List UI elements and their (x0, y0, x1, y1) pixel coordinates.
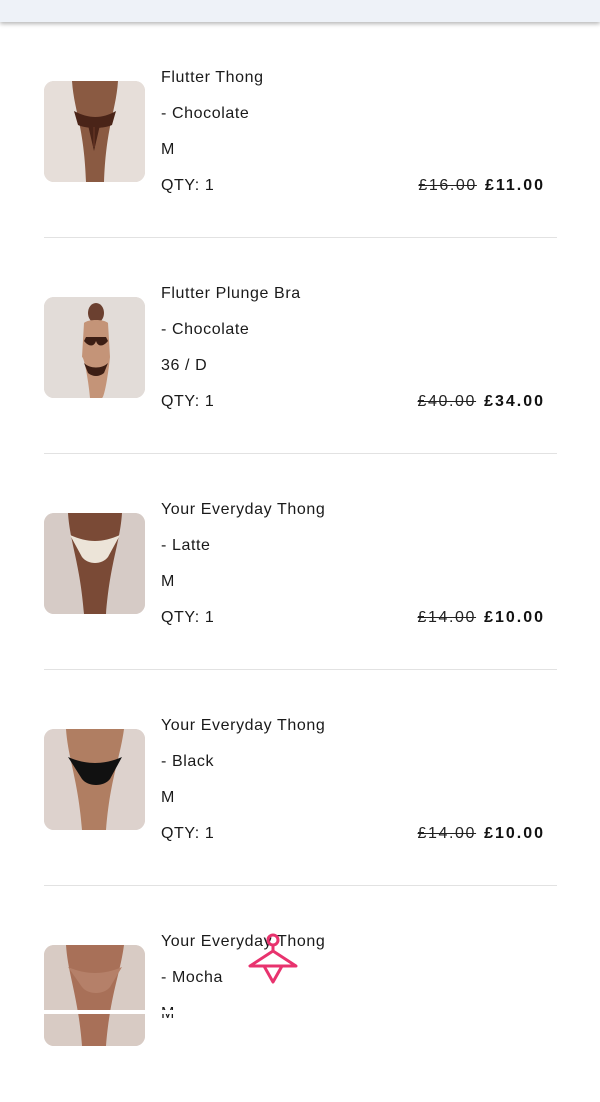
hanger-icon[interactable] (244, 930, 302, 988)
product-quantity: QTY: 1 (161, 393, 215, 410)
price-group: £14.00 £10.00 (418, 825, 545, 843)
cart-item[interactable]: Your Everyday Thong - Black M QTY: 1 £14… (0, 670, 600, 886)
top-bar (0, 0, 600, 22)
price-group: £16.00 £11.00 (418, 177, 545, 195)
product-colour: - Chocolate (161, 321, 250, 338)
original-price: £40.00 (417, 393, 477, 410)
original-price: £16.00 (418, 177, 477, 194)
viewport-edge (0, 1010, 600, 1014)
price-group: £14.00 £10.00 (418, 609, 545, 627)
product-colour: - Chocolate (161, 105, 250, 122)
sale-price: £10.00 (484, 825, 545, 842)
product-quantity: QTY: 1 (161, 825, 215, 842)
product-image[interactable] (44, 945, 145, 1046)
product-size: M (161, 789, 175, 806)
product-colour: - Latte (161, 537, 211, 554)
product-size: M (161, 141, 175, 158)
product-name: Your Everyday Thong (161, 501, 326, 518)
product-colour: - Black (161, 753, 215, 770)
product-image[interactable] (44, 513, 145, 614)
original-price: £14.00 (417, 825, 477, 842)
product-size: 36 / D (161, 357, 208, 374)
sale-price: £34.00 (484, 393, 545, 410)
product-size: M (161, 573, 175, 590)
product-name: Your Everyday Thong (161, 717, 326, 734)
cart-item[interactable]: Your Everyday Thong - Mocha M (0, 886, 600, 1102)
cart-item[interactable]: Your Everyday Thong - Latte M QTY: 1 £14… (0, 454, 600, 670)
product-quantity: QTY: 1 (161, 177, 215, 194)
sale-price: £11.00 (484, 177, 545, 194)
product-image[interactable] (44, 297, 145, 398)
cart-item[interactable]: Flutter Plunge Bra - Chocolate 36 / D QT… (0, 238, 600, 454)
product-name: Flutter Thong (161, 69, 264, 86)
sale-price: £10.00 (484, 609, 545, 626)
original-price: £14.00 (417, 609, 477, 626)
product-size: M (161, 1005, 175, 1023)
product-colour: - Mocha (161, 969, 223, 986)
cart-item[interactable]: Flutter Thong - Chocolate M QTY: 1 £16.0… (0, 22, 600, 238)
product-image[interactable] (44, 729, 145, 830)
product-name: Flutter Plunge Bra (161, 285, 301, 302)
price-group: £40.00 £34.00 (418, 393, 545, 411)
product-quantity: QTY: 1 (161, 609, 215, 626)
product-image[interactable] (44, 81, 145, 182)
